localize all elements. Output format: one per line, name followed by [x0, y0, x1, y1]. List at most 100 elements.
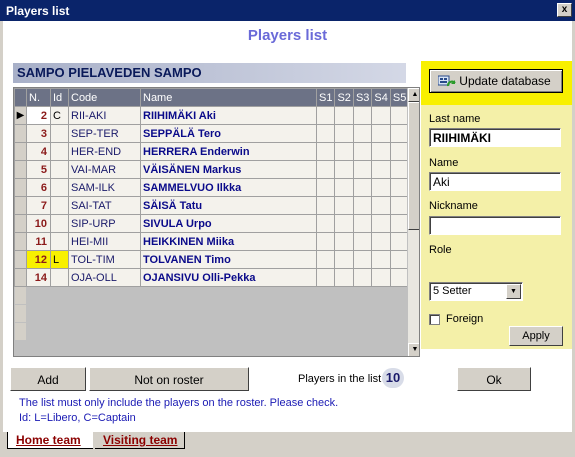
- player-number-cell[interactable]: 3: [26, 124, 51, 143]
- table-row[interactable]: 11 HEI-MII HEIKKINEN Miika: [14, 232, 410, 251]
- set4-cell[interactable]: [371, 250, 391, 269]
- set1-cell[interactable]: [315, 160, 336, 179]
- set2-cell[interactable]: [334, 196, 354, 215]
- player-code-cell[interactable]: SAI-TAT: [68, 196, 141, 215]
- grid-header-id[interactable]: Id: [50, 88, 69, 107]
- set4-cell[interactable]: [371, 268, 391, 287]
- player-id-cell[interactable]: [50, 268, 69, 287]
- row-indicator[interactable]: [14, 232, 27, 251]
- scroll-thumb[interactable]: [408, 102, 419, 230]
- set4-cell[interactable]: [371, 214, 391, 233]
- set1-cell[interactable]: [315, 196, 336, 215]
- row-indicator[interactable]: [14, 196, 27, 215]
- grid-header-s4[interactable]: S4: [371, 88, 391, 107]
- set3-cell[interactable]: [352, 268, 373, 287]
- last-name-field[interactable]: RIIHIMÄKI: [429, 128, 561, 147]
- set3-cell[interactable]: [352, 196, 373, 215]
- player-code-cell[interactable]: VAI-MAR: [68, 160, 141, 179]
- set4-cell[interactable]: [371, 196, 391, 215]
- table-row[interactable]: ▶ 2 C RII-AKI RIIHIMÄKI Aki: [14, 106, 410, 125]
- set4-cell[interactable]: [371, 232, 391, 251]
- row-indicator[interactable]: [14, 142, 27, 161]
- player-id-cell[interactable]: [50, 160, 69, 179]
- row-indicator[interactable]: [14, 214, 27, 233]
- table-row[interactable]: 4 HER-END HERRERA Enderwin: [14, 142, 410, 161]
- set1-cell[interactable]: [315, 106, 336, 125]
- player-name-cell[interactable]: HEIKKINEN Miika: [140, 232, 317, 251]
- current-row-icon[interactable]: ▶: [14, 106, 27, 125]
- player-name-cell[interactable]: SAMMELVUO Ilkka: [140, 178, 317, 197]
- scroll-down-icon[interactable]: ▼: [408, 343, 419, 356]
- add-button[interactable]: Add: [10, 367, 86, 391]
- player-number-cell[interactable]: 6: [26, 178, 51, 197]
- table-row[interactable]: 10 SIP-URP SIVULA Urpo: [14, 214, 410, 233]
- update-database-button[interactable]: Update database: [429, 69, 563, 93]
- player-number-cell[interactable]: 7: [26, 196, 51, 215]
- player-name-cell[interactable]: VÄISÄNEN Markus: [140, 160, 317, 179]
- chevron-down-icon[interactable]: ▼: [506, 284, 521, 299]
- set1-cell[interactable]: [315, 250, 336, 269]
- player-id-cell[interactable]: L: [50, 250, 69, 269]
- table-row[interactable]: 6 SAM-ILK SAMMELVUO Ilkka: [14, 178, 410, 197]
- row-indicator[interactable]: [14, 268, 27, 287]
- table-row[interactable]: 14 OJA-OLL OJANSIVU Olli-Pekka: [14, 268, 410, 287]
- table-row[interactable]: 7 SAI-TAT SÄISÄ Tatu: [14, 196, 410, 215]
- set3-cell[interactable]: [352, 214, 373, 233]
- row-indicator[interactable]: [14, 250, 27, 269]
- set4-cell[interactable]: [371, 124, 391, 143]
- apply-button[interactable]: Apply: [509, 326, 563, 346]
- set3-cell[interactable]: [352, 142, 373, 161]
- set4-cell[interactable]: [371, 178, 391, 197]
- grid-header-code[interactable]: Code: [68, 88, 141, 107]
- set2-cell[interactable]: [334, 214, 354, 233]
- close-icon[interactable]: x: [557, 3, 572, 17]
- set3-cell[interactable]: [352, 250, 373, 269]
- set3-cell[interactable]: [352, 106, 373, 125]
- grid-vertical-scrollbar[interactable]: ▲ ▼: [407, 88, 419, 356]
- player-code-cell[interactable]: OJA-OLL: [68, 268, 141, 287]
- set2-cell[interactable]: [334, 268, 354, 287]
- role-select[interactable]: 5 Setter ▼: [429, 282, 523, 301]
- tab-visiting-team[interactable]: Visiting team: [95, 432, 185, 449]
- set3-cell[interactable]: [352, 232, 373, 251]
- player-code-cell[interactable]: HER-END: [68, 142, 141, 161]
- player-name-cell[interactable]: RIIHIMÄKI Aki: [140, 106, 317, 125]
- players-grid[interactable]: N. Id Code Name S1 S2 S3 S4 S5 ▶ 2 C RII-AK…: [13, 87, 420, 357]
- player-number-cell[interactable]: 11: [26, 232, 51, 251]
- foreign-checkbox[interactable]: [429, 314, 440, 325]
- table-row[interactable]: 5 VAI-MAR VÄISÄNEN Markus: [14, 160, 410, 179]
- player-id-cell[interactable]: C: [50, 106, 69, 125]
- set1-cell[interactable]: [315, 232, 336, 251]
- set1-cell[interactable]: [315, 178, 336, 197]
- grid-header-s1[interactable]: S1: [315, 88, 336, 107]
- tab-home-team[interactable]: Home team: [7, 432, 93, 449]
- player-code-cell[interactable]: RII-AKI: [68, 106, 141, 125]
- grid-header-s2[interactable]: S2: [334, 88, 354, 107]
- set2-cell[interactable]: [334, 142, 354, 161]
- player-code-cell[interactable]: SAM-ILK: [68, 178, 141, 197]
- scroll-up-icon[interactable]: ▲: [408, 88, 419, 102]
- set3-cell[interactable]: [352, 178, 373, 197]
- player-number-cell[interactable]: 2: [26, 106, 51, 125]
- set1-cell[interactable]: [315, 124, 336, 143]
- row-indicator[interactable]: [14, 178, 27, 197]
- set2-cell[interactable]: [334, 250, 354, 269]
- player-code-cell[interactable]: SIP-URP: [68, 214, 141, 233]
- player-id-cell[interactable]: [50, 124, 69, 143]
- player-number-cell[interactable]: 14: [26, 268, 51, 287]
- player-number-cell[interactable]: 4: [26, 142, 51, 161]
- set4-cell[interactable]: [371, 142, 391, 161]
- name-field[interactable]: Aki: [429, 172, 561, 191]
- set2-cell[interactable]: [334, 160, 354, 179]
- set3-cell[interactable]: [352, 124, 373, 143]
- player-code-cell[interactable]: TOL-TIM: [68, 250, 141, 269]
- set2-cell[interactable]: [334, 178, 354, 197]
- grid-header-name[interactable]: Name: [140, 88, 317, 107]
- player-name-cell[interactable]: OJANSIVU Olli-Pekka: [140, 268, 317, 287]
- set2-cell[interactable]: [334, 232, 354, 251]
- player-id-cell[interactable]: [50, 214, 69, 233]
- player-number-cell[interactable]: 10: [26, 214, 51, 233]
- set4-cell[interactable]: [371, 160, 391, 179]
- nickname-field[interactable]: [429, 216, 561, 235]
- player-name-cell[interactable]: HERRERA Enderwin: [140, 142, 317, 161]
